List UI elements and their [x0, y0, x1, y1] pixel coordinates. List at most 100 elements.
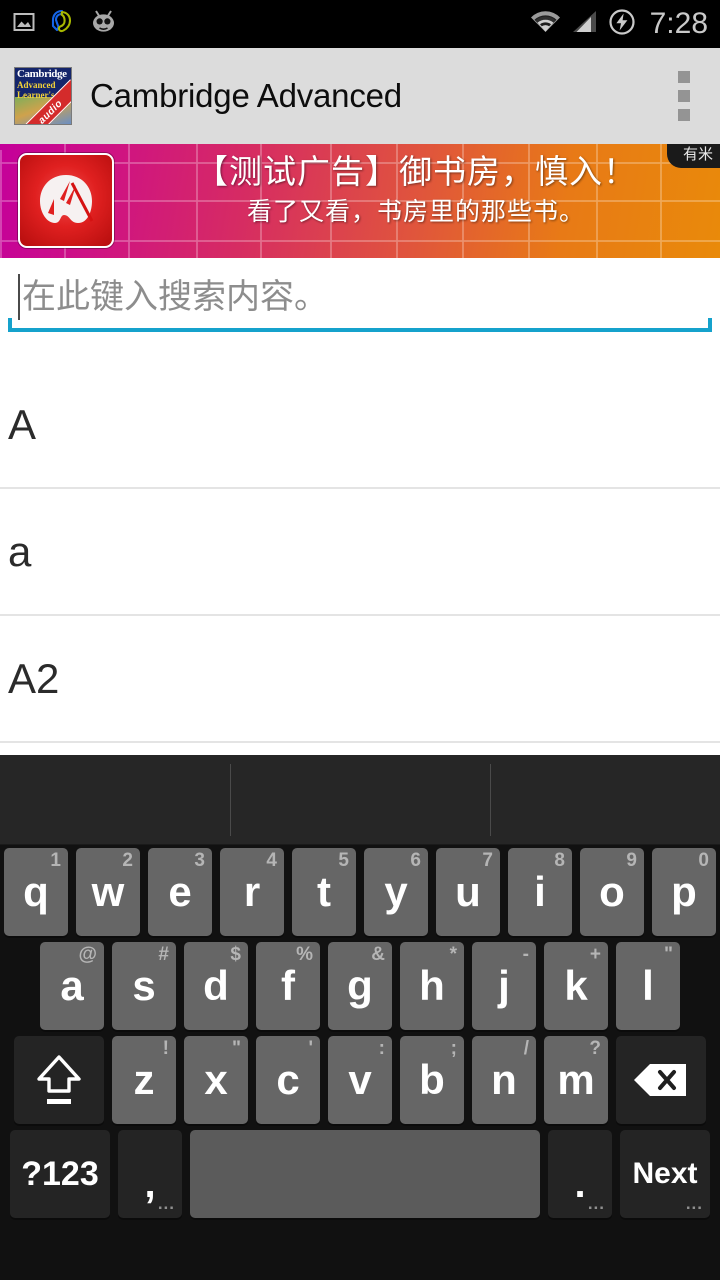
key-hint: 5	[338, 850, 349, 871]
soft-keyboard[interactable]: 1 q 2 w 3 e 4 r 5 t 6 y 7 u 8 i 9 o 0 p …	[0, 755, 720, 1280]
key-hint: "	[231, 1038, 241, 1059]
ad-provider-badge: 有米	[666, 144, 720, 168]
app-icon: Cambridge Advanced Learner's audio	[14, 67, 72, 125]
app-icon-line1: Cambridge	[17, 68, 67, 80]
key-label: z	[133, 1056, 155, 1103]
key-label: p	[671, 868, 697, 915]
key-label: a	[60, 962, 84, 1009]
key-hint: '	[308, 1038, 313, 1059]
key-u[interactable]: 7 u	[436, 848, 500, 936]
key-label: k	[564, 962, 588, 1009]
list-item[interactable]: a	[0, 489, 720, 616]
key-l[interactable]: " l	[616, 942, 680, 1030]
key-v[interactable]: : v	[328, 1036, 392, 1124]
key-hint: /	[523, 1038, 529, 1059]
key-e[interactable]: 3 e	[148, 848, 212, 936]
phone-screen: 7:28 Cambridge Advanced Learner's audio …	[0, 0, 720, 1280]
battery-charging-icon	[608, 8, 636, 41]
key-label: m	[557, 1056, 595, 1103]
key-j[interactable]: - j	[472, 942, 536, 1030]
key-symbols[interactable]: ?123	[10, 1130, 110, 1218]
key-i[interactable]: 8 i	[508, 848, 572, 936]
action-bar: Cambridge Advanced Learner's audio Cambr…	[0, 48, 720, 144]
overflow-dot	[678, 90, 690, 102]
key-hint: 6	[410, 850, 421, 871]
key-enter-next[interactable]: Next ...	[620, 1130, 710, 1218]
suggestion-divider	[230, 764, 231, 836]
key-k[interactable]: + k	[544, 942, 608, 1030]
ad-logo-icon	[18, 153, 114, 248]
key-comma[interactable]: , ...	[118, 1130, 182, 1218]
key-label: q	[23, 868, 49, 915]
key-hint: 7	[482, 850, 493, 871]
key-label: e	[168, 868, 192, 915]
key-shift[interactable]	[14, 1036, 104, 1124]
keyboard-row-1: 1 q 2 w 3 e 4 r 5 t 6 y 7 u 8 i 9 o 0 p	[0, 845, 720, 936]
key-hint: %	[296, 944, 313, 965]
key-b[interactable]: ; b	[400, 1036, 464, 1124]
key-label: Next	[632, 1157, 698, 1190]
key-label: r	[243, 868, 261, 915]
shift-arrow-icon	[30, 1049, 88, 1111]
key-f[interactable]: % f	[256, 942, 320, 1030]
key-hint: ?	[589, 1038, 601, 1059]
list-item[interactable]: A2	[0, 616, 720, 743]
key-hint: 0	[698, 850, 709, 871]
key-hint: &	[371, 944, 385, 965]
cellular-signal-icon	[571, 9, 598, 39]
key-d[interactable]: $ d	[184, 942, 248, 1030]
ad-subline: 看了又看，书房里的那些书。	[246, 198, 585, 226]
overflow-dot	[678, 109, 690, 121]
status-bar-left-icons	[12, 9, 117, 40]
key-a[interactable]: @ a	[40, 942, 104, 1030]
status-bar: 7:28	[0, 0, 720, 48]
key-c[interactable]: ' c	[256, 1036, 320, 1124]
key-hint: ;	[450, 1038, 457, 1059]
headset-icon	[50, 9, 76, 40]
keyboard-row-4: ?123 , ... . ... Next ...	[0, 1124, 720, 1218]
key-hint: 2	[122, 850, 133, 871]
overflow-dot	[678, 71, 690, 83]
ad-banner[interactable]: 【测试广告】御书房，慎入！ 看了又看，书房里的那些书。 有米	[0, 144, 720, 258]
key-label: .	[574, 1162, 586, 1206]
suggestion-strip[interactable]	[0, 755, 720, 845]
status-bar-clock: 7:28	[649, 7, 708, 40]
key-m[interactable]: ? m	[544, 1036, 608, 1124]
key-t[interactable]: 5 t	[292, 848, 356, 936]
key-p[interactable]: 0 p	[652, 848, 716, 936]
key-z[interactable]: ! z	[112, 1036, 176, 1124]
key-hint: -	[522, 944, 529, 965]
search-underline-right-tick	[708, 318, 712, 332]
key-label: v	[348, 1056, 372, 1103]
key-label: f	[281, 962, 295, 1009]
key-label: o	[599, 868, 625, 915]
key-y[interactable]: 6 y	[364, 848, 428, 936]
key-s[interactable]: # s	[112, 942, 176, 1030]
key-hint: @	[78, 944, 97, 965]
key-hint: !	[162, 1038, 169, 1059]
key-n[interactable]: / n	[472, 1036, 536, 1124]
list-item[interactable]: A	[0, 362, 720, 489]
key-label: l	[642, 962, 654, 1009]
key-hint: 9	[626, 850, 637, 871]
key-w[interactable]: 2 w	[76, 848, 140, 936]
key-backspace[interactable]	[616, 1036, 706, 1124]
key-period[interactable]: . ...	[548, 1130, 612, 1218]
overflow-menu-button[interactable]	[662, 65, 706, 127]
key-r[interactable]: 4 r	[220, 848, 284, 936]
key-hint: :	[378, 1038, 385, 1059]
key-g[interactable]: & g	[328, 942, 392, 1030]
search-results-list[interactable]: A a A2	[0, 362, 720, 755]
key-label: ?123	[21, 1155, 99, 1193]
key-label: b	[419, 1056, 445, 1103]
key-h[interactable]: * h	[400, 942, 464, 1030]
key-q[interactable]: 1 q	[4, 848, 68, 936]
key-label: ,	[144, 1162, 156, 1206]
key-x[interactable]: " x	[184, 1036, 248, 1124]
search-area: 在此键入搜索内容。	[0, 258, 720, 362]
status-bar-right-icons: 7:28	[530, 8, 708, 41]
key-space[interactable]	[190, 1130, 540, 1218]
search-input[interactable]: 在此键入搜索内容。	[8, 266, 712, 332]
key-o[interactable]: 9 o	[580, 848, 644, 936]
wifi-icon	[530, 9, 561, 39]
